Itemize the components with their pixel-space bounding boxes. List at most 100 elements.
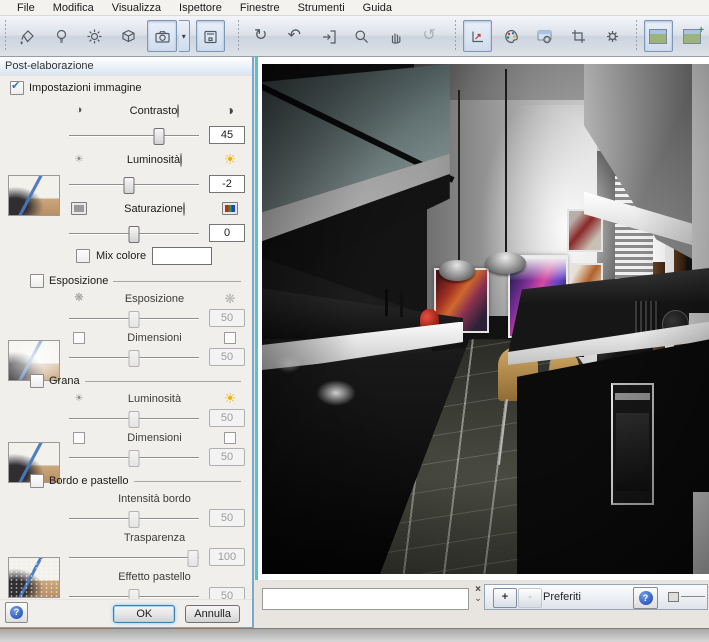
- scene-vignette: [262, 64, 709, 574]
- crop-icon[interactable]: [564, 20, 594, 52]
- menu-visualizza[interactable]: Visualizza: [103, 1, 170, 15]
- orbit-icon[interactable]: ↻: [246, 20, 276, 52]
- pastel-effect-control: Effetto pastello 50: [64, 568, 245, 599]
- contrast-slider[interactable]: [67, 127, 201, 144]
- brightness-high-icon[interactable]: [224, 152, 237, 167]
- menu-strumenti[interactable]: Strumenti: [289, 1, 354, 15]
- border-pastel-divider: [134, 481, 242, 482]
- panel-body: Impostazioni immagine Contrasto 45: [0, 75, 252, 599]
- paint-bucket-icon[interactable]: [13, 20, 43, 52]
- close-list-button[interactable]: ×: [472, 585, 484, 603]
- toolbar-separator-2: [454, 20, 457, 52]
- pan-hand-icon[interactable]: [381, 20, 411, 52]
- contrast-slider-thumb[interactable]: [154, 128, 165, 145]
- pastel-effect-label: Effetto pastello: [118, 571, 191, 583]
- walkthrough-icon[interactable]: [313, 20, 343, 52]
- contrast-value[interactable]: 45: [209, 126, 245, 144]
- palette-icon[interactable]: [496, 20, 526, 52]
- grain-brightness-control: Luminosità 50: [64, 390, 245, 429]
- contrast-high-icon[interactable]: [226, 103, 234, 118]
- section-grain: Grana Luminosità 50: [0, 374, 252, 468]
- exposure-slider: [67, 310, 201, 327]
- grain-size-slider-thumb: [129, 450, 140, 467]
- zoom-tool-icon[interactable]: [347, 20, 377, 52]
- object-cube-icon[interactable]: [114, 20, 144, 52]
- favorites-help-button[interactable]: ?: [633, 587, 658, 609]
- border-intensity-slider: [67, 510, 201, 527]
- light-bulb-icon[interactable]: [46, 20, 76, 52]
- saturation-mono-icon[interactable]: [71, 202, 87, 215]
- mix-color-label: Mix colore: [96, 250, 146, 262]
- camera-icon[interactable]: [147, 20, 177, 52]
- border-pastel-checkbox[interactable]: [30, 474, 44, 488]
- postprocess-panel-icon[interactable]: [196, 20, 226, 52]
- contrast-low-icon[interactable]: [76, 105, 83, 116]
- grain-checkbox[interactable]: [30, 374, 44, 388]
- panel-footer: OK Annulla: [0, 599, 252, 627]
- pastel-effect-value: 50: [209, 587, 245, 599]
- mix-color-checkbox[interactable]: [76, 249, 90, 263]
- render-view-icon[interactable]: [463, 20, 493, 52]
- contrast-label: Contrasto: [130, 105, 178, 117]
- brightness-indicator: [180, 153, 182, 167]
- undo-icon[interactable]: ↶: [280, 20, 310, 52]
- saturation-slider-thumb[interactable]: [129, 226, 140, 243]
- exposure-size-label: Dimensioni: [127, 332, 181, 344]
- ok-button[interactable]: OK: [113, 605, 175, 623]
- camera-dropdown-icon[interactable]: ▾: [179, 20, 190, 52]
- saturation-label: Saturazione: [124, 203, 183, 215]
- grain-brightness-slider: [67, 410, 201, 427]
- menu-guida[interactable]: Guida: [354, 1, 401, 15]
- help-icon: ?: [639, 591, 653, 605]
- zoom-slider-track[interactable]: [681, 596, 705, 597]
- saturation-rgb-icon[interactable]: [222, 202, 238, 215]
- grain-size-slider: [67, 449, 201, 466]
- sun-icon[interactable]: [80, 20, 110, 52]
- remove-favorite-button[interactable]: -: [518, 588, 542, 608]
- application-window: File Modifica Visualizza Ispettore Fines…: [0, 0, 709, 642]
- zoom-thumb-icon[interactable]: [668, 592, 679, 602]
- saturation-control: Saturazione 0: [64, 195, 245, 244]
- grain-size-large-icon: [224, 432, 236, 444]
- brightness-value[interactable]: -2: [209, 175, 245, 193]
- transparency-control: Trasparenza 100: [64, 529, 245, 568]
- grain-section-label: Grana: [49, 375, 80, 387]
- exposure-size-slider: [67, 349, 201, 366]
- menu-ispettore[interactable]: Ispettore: [170, 1, 231, 15]
- saturation-value[interactable]: 0: [209, 224, 245, 242]
- zoom-widget[interactable]: [668, 591, 706, 603]
- snapshot-icon[interactable]: [530, 20, 560, 52]
- cancel-button[interactable]: Annulla: [185, 605, 240, 623]
- exposure-low-icon: [74, 293, 83, 304]
- preview-window-icon[interactable]: [644, 20, 674, 52]
- panel-help-button[interactable]: ?: [5, 602, 28, 623]
- exposure-value: 50: [209, 309, 245, 327]
- exposure-size-control: Dimensioni 50: [64, 329, 245, 368]
- render-image[interactable]: [262, 64, 709, 574]
- saturation-slider[interactable]: [67, 225, 201, 242]
- image-settings-checkbox[interactable]: [10, 81, 24, 95]
- brightness-slider-thumb[interactable]: [123, 177, 134, 194]
- grain-size-label: Dimensioni: [127, 432, 181, 444]
- exposure-checkbox[interactable]: [30, 274, 44, 288]
- border-intensity-slider-thumb: [129, 511, 140, 528]
- help-icon: ?: [10, 606, 23, 619]
- toolbar-handle: [4, 20, 7, 52]
- menu-modifica[interactable]: Modifica: [44, 1, 103, 15]
- add-view-icon[interactable]: +: [677, 20, 707, 52]
- add-favorite-button[interactable]: +: [493, 588, 517, 608]
- brightness-slider[interactable]: [67, 176, 201, 193]
- favorites-list-field[interactable]: [262, 588, 469, 610]
- brightness-label: Luminosità: [127, 154, 180, 166]
- settings-gear-icon[interactable]: [597, 20, 627, 52]
- exposure-section-label: Esposizione: [49, 275, 108, 287]
- transparency-slider: [67, 549, 201, 566]
- menu-finestre[interactable]: Finestre: [231, 1, 289, 15]
- menu-file[interactable]: File: [8, 1, 44, 15]
- grain-size-control: Dimensioni 50: [64, 429, 245, 468]
- mix-color-swatch[interactable]: [152, 247, 212, 265]
- brightness-low-icon[interactable]: [75, 154, 84, 165]
- panel-title: Post-elaborazione: [0, 57, 252, 76]
- mix-color-row: Mix colore: [64, 244, 245, 268]
- exposure-size-small-icon: [73, 332, 85, 344]
